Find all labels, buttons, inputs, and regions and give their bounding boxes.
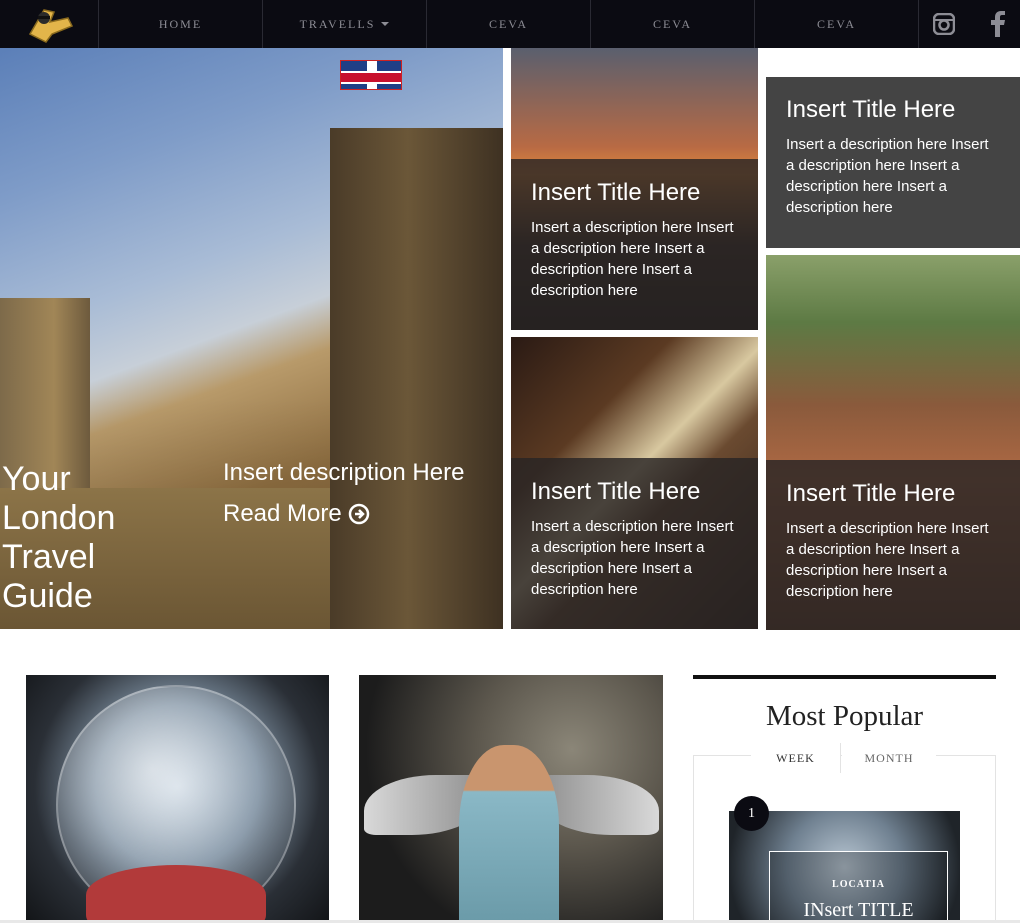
tile-food[interactable]: Insert Title Here Insert a description h… (511, 337, 758, 629)
instagram-icon[interactable] (930, 10, 958, 38)
popular-item-location: LOCATIA (832, 879, 885, 890)
most-popular-title: Most Popular (765, 700, 924, 732)
tile-description: Insert a description here Insert a descr… (531, 518, 734, 598)
nav-ceva-3[interactable]: CEVA (755, 0, 919, 48)
site-logo[interactable] (0, 0, 99, 48)
nav-travells-label: TRAVELLS (299, 16, 376, 31)
popular-item-title: INsert TITLE (803, 899, 914, 921)
arrow-circle-right-icon (348, 503, 369, 525)
nav-ceva-1[interactable]: CEVA (427, 0, 591, 48)
post-card-angel-wings[interactable] (359, 675, 663, 923)
tile-description: Insert a description here Insert a descr… (531, 219, 734, 299)
rank-badge: 1 (734, 796, 769, 831)
tile-elephants[interactable]: Insert Title Here Insert a description h… (766, 255, 1020, 630)
tile-title: Insert Title Here (786, 96, 956, 123)
nav-travells[interactable]: TRAVELLS (263, 0, 427, 48)
tile-overlay: Insert Title Here Insert a description h… (766, 460, 1020, 630)
tab-month[interactable]: MONTH (842, 743, 936, 773)
nav-ceva-1-label: CEVA (488, 16, 529, 31)
hero-description: Insert description Here (223, 459, 465, 486)
tile-text[interactable]: Insert Title Here Insert a description h… (766, 77, 1020, 248)
nav-home[interactable]: HOME (99, 0, 263, 48)
tile-title: Insert Title Here (531, 478, 701, 505)
hero-title: Your London Travel Guide (2, 460, 116, 615)
read-more-link[interactable]: Read More (223, 500, 370, 528)
top-navbar: HOME TRAVELLS CEVA CEVA CEVA (0, 0, 1020, 48)
person-image (459, 745, 559, 923)
popular-item-caption-box: LOCATIA INsert TITLE (769, 851, 948, 923)
tile-overlay: Insert Title Here Insert a description h… (766, 77, 1020, 248)
snowglobe-base-image (86, 865, 266, 923)
tile-title: Insert Title Here (786, 480, 956, 507)
post-card-snowglobe[interactable] (26, 675, 329, 923)
nav-ceva-2[interactable]: CEVA (591, 0, 755, 48)
read-more-label: Read More (223, 500, 342, 527)
facebook-icon[interactable] (984, 10, 1012, 38)
most-popular-widget: Most Popular WEEK MONTH LOCATIA INsert T… (693, 675, 996, 923)
tab-week[interactable]: WEEK (751, 743, 841, 773)
nav-home-label: HOME (158, 16, 203, 31)
hero-london-image[interactable]: Your London Travel Guide Insert descript… (0, 48, 503, 629)
tile-description: Insert a description here Insert a descr… (786, 520, 989, 600)
tile-title: Insert Title Here (531, 179, 701, 206)
tile-overlay: Insert Title Here Insert a description h… (511, 458, 758, 629)
nav-ceva-3-label: CEVA (816, 16, 857, 31)
popular-item-thumbnail[interactable]: LOCATIA INsert TITLE (729, 811, 960, 923)
tile-overlay: Insert Title Here Insert a description h… (511, 159, 758, 330)
chevron-down-icon (381, 22, 390, 26)
tile-description: Insert a description here Insert a descr… (786, 136, 989, 216)
nav-ceva-2-label: CEVA (652, 16, 693, 31)
hero-photo-tower-right (330, 128, 503, 629)
divider (693, 675, 996, 679)
union-flag-image (340, 60, 402, 90)
tile-sunset[interactable]: Insert Title Here Insert a description h… (511, 48, 758, 330)
